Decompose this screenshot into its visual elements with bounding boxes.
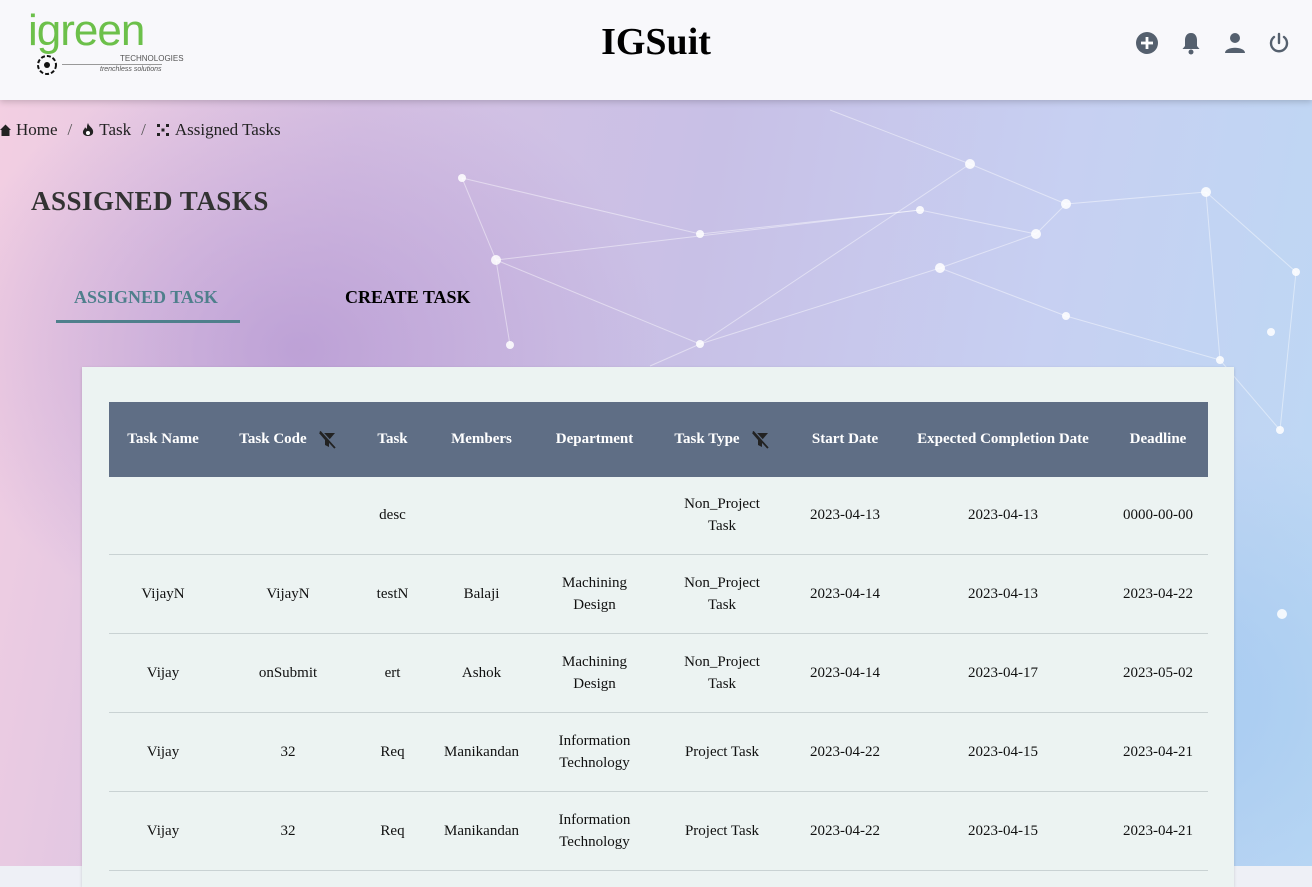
cell-task-name: Vijay: [109, 633, 217, 713]
column-header-task-code-label: Task Code: [239, 431, 307, 447]
table-header-row: Task Name Task Code Task Members Departm…: [109, 402, 1208, 477]
table-row[interactable]: VijayN VijayN testN Balaji Machining Des…: [109, 554, 1208, 634]
cell-task-type: Non_Project Task: [652, 633, 792, 713]
cell-task: ert: [359, 633, 426, 713]
cell-task-code: onSubmit: [217, 633, 359, 713]
grid-dots-icon: [156, 124, 169, 136]
cell-start-date: 2023-04-22: [792, 791, 898, 871]
breadcrumb-assigned-tasks-label: Assigned Tasks: [174, 120, 281, 139]
active-tab-indicator: [56, 320, 240, 323]
filter-off-icon[interactable]: [317, 430, 337, 449]
table-row[interactable]: Vijay 32 Req Manikandan Information Tech…: [109, 791, 1208, 871]
page-title: ASSIGNED TASKS: [31, 186, 269, 216]
cell-task-type: Non_Project Task: [652, 554, 792, 634]
cell-members: [426, 477, 537, 555]
cell-department: Information Technology: [537, 791, 652, 871]
cell-task-type: Non_Project Task: [652, 477, 792, 555]
header-actions: [1136, 30, 1290, 56]
breadcrumb: Home / Task / Assigned Tasks: [0, 120, 281, 140]
cell-deadline: 2023-04-21: [1108, 712, 1208, 792]
cell-task: desc: [359, 477, 426, 555]
cell-task-code: VijayN: [217, 554, 359, 634]
column-header-task-type-label: Task Type: [674, 431, 740, 447]
cell-task-name: [109, 477, 217, 555]
cell-start-date: 2023-04-14: [792, 633, 898, 713]
cell-start-date: 2023-04-14: [792, 554, 898, 634]
cell-members: Balaji: [426, 554, 537, 634]
home-icon: [0, 124, 11, 136]
table-row[interactable]: desc Non_Project Task 2023-04-13 2023-04…: [109, 477, 1208, 555]
tab-create-task[interactable]: CREATE TASK: [345, 287, 471, 308]
cell-task-code: [217, 477, 359, 555]
top-header: igreen TECHNOLOGIES trenchless solutions…: [0, 0, 1312, 100]
cell-expected-completion-date: 2023-04-13: [898, 554, 1108, 634]
column-header-expected-completion-date[interactable]: Expected Completion Date: [898, 402, 1108, 477]
power-icon[interactable]: [1268, 30, 1290, 56]
filter-off-icon[interactable]: [750, 430, 770, 449]
cell-deadline: 2023-04-21: [1108, 791, 1208, 871]
table-row[interactable]: Vijay onSubmit ert Ashok Machining Desig…: [109, 633, 1208, 713]
assigned-tasks-table: Task Name Task Code Task Members Departm…: [109, 402, 1208, 871]
user-icon[interactable]: [1224, 30, 1246, 56]
column-header-start-date[interactable]: Start Date: [792, 402, 898, 477]
column-header-task-code[interactable]: Task Code: [217, 402, 359, 477]
column-header-task[interactable]: Task: [359, 402, 426, 477]
cell-deadline: 0000-00-00: [1108, 477, 1208, 555]
tab-assigned-task[interactable]: ASSIGNED TASK: [74, 287, 218, 308]
cell-task-type: Project Task: [652, 712, 792, 792]
cell-department: Machining Design: [537, 554, 652, 634]
breadcrumb-home[interactable]: Home: [0, 120, 58, 140]
cell-task-code: 32: [217, 712, 359, 792]
cell-expected-completion-date: 2023-04-17: [898, 633, 1108, 713]
column-header-department[interactable]: Department: [537, 402, 652, 477]
column-header-task-name[interactable]: Task Name: [109, 402, 217, 477]
cell-expected-completion-date: 2023-04-15: [898, 791, 1108, 871]
logo-divider: [62, 64, 162, 65]
tasks-panel: Task Name Task Code Task Members Departm…: [82, 367, 1234, 887]
column-header-task-type[interactable]: Task Type: [652, 402, 792, 477]
cell-task: Req: [359, 791, 426, 871]
cell-task: Req: [359, 712, 426, 792]
cell-deadline: 2023-05-02: [1108, 633, 1208, 713]
table-row[interactable]: Vijay 32 Req Manikandan Information Tech…: [109, 712, 1208, 792]
column-header-members[interactable]: Members: [426, 402, 537, 477]
breadcrumb-assigned-tasks[interactable]: Assigned Tasks: [156, 120, 281, 140]
cell-department: Machining Design: [537, 633, 652, 713]
logo-tagline-2: trenchless solutions: [100, 66, 162, 73]
cell-start-date: 2023-04-22: [792, 712, 898, 792]
cell-task-name: Vijay: [109, 791, 217, 871]
cell-members: Manikandan: [426, 791, 537, 871]
cell-department: [537, 477, 652, 555]
fire-icon: [83, 122, 94, 136]
breadcrumb-task[interactable]: Task: [82, 120, 131, 140]
cell-members: Ashok: [426, 633, 537, 713]
cell-expected-completion-date: 2023-04-13: [898, 477, 1108, 555]
cell-expected-completion-date: 2023-04-15: [898, 712, 1108, 792]
breadcrumb-home-label: Home: [16, 120, 58, 139]
add-circle-icon[interactable]: [1136, 30, 1158, 56]
cell-task-code: 32: [217, 791, 359, 871]
cell-start-date: 2023-04-13: [792, 477, 898, 555]
breadcrumb-separator: /: [141, 120, 146, 139]
cell-department: Information Technology: [537, 712, 652, 792]
cell-members: Manikandan: [426, 712, 537, 792]
bell-icon[interactable]: [1180, 30, 1202, 56]
cell-task: testN: [359, 554, 426, 634]
cell-deadline: 2023-04-22: [1108, 554, 1208, 634]
cell-task-type: Project Task: [652, 791, 792, 871]
cell-task-name: VijayN: [109, 554, 217, 634]
column-header-deadline[interactable]: Deadline: [1108, 402, 1208, 477]
cell-task-name: Vijay: [109, 712, 217, 792]
breadcrumb-separator: /: [67, 120, 73, 139]
app-title: IGSuit: [601, 21, 711, 63]
breadcrumb-task-label: Task: [99, 120, 132, 139]
